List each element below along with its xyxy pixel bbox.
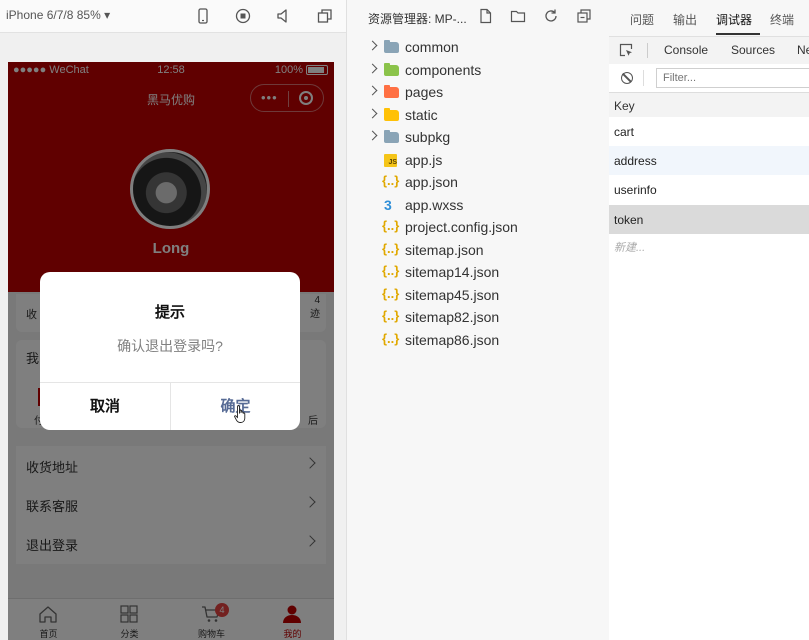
confirm-dialog: 提示 确认退出登录吗? 取消 确定 bbox=[40, 272, 300, 430]
json-file-icon: {..} bbox=[382, 308, 400, 323]
devtools-tabs: Console Sources Ne bbox=[609, 37, 809, 65]
clear-icon[interactable] bbox=[621, 72, 633, 84]
json-file-icon: {..} bbox=[382, 218, 400, 233]
folder-icon bbox=[384, 108, 399, 121]
storage-key: cart bbox=[614, 125, 635, 139]
json-file-icon: {..} bbox=[382, 331, 400, 346]
storage-key: userinfo bbox=[614, 183, 657, 197]
chevron-right-icon bbox=[367, 40, 378, 51]
chevron-right-icon bbox=[367, 130, 378, 141]
tree-item-label: pages bbox=[405, 84, 444, 100]
dialog-message: 确认退出登录吗? bbox=[117, 338, 223, 354]
css-file-icon: 3 bbox=[384, 197, 392, 213]
tree-item-label: sitemap.json bbox=[405, 242, 484, 258]
filter-input[interactable] bbox=[656, 68, 809, 88]
chevron-right-icon bbox=[367, 108, 378, 119]
toolbar-divider bbox=[643, 70, 644, 86]
tree-item-components[interactable]: components bbox=[347, 60, 609, 82]
json-file-icon: {..} bbox=[382, 263, 400, 278]
record-icon[interactable] bbox=[234, 7, 252, 25]
tree-item-label: app.js bbox=[405, 152, 443, 168]
volume-icon[interactable] bbox=[274, 7, 292, 25]
tree-item-app-js[interactable]: JS app.js bbox=[347, 150, 609, 172]
json-file-icon: {..} bbox=[382, 241, 400, 256]
collapse-all-icon[interactable] bbox=[576, 8, 592, 24]
tree-item-label: subpkg bbox=[405, 129, 451, 145]
device-select[interactable]: iPhone 6/7/8 85% ▾ bbox=[6, 8, 110, 22]
active-tab-indicator bbox=[716, 33, 760, 35]
tree-item-sitemap14[interactable]: {..} sitemap14.json bbox=[347, 262, 609, 284]
tab-debugger[interactable]: 调试器 bbox=[716, 11, 752, 28]
tree-item-label: project.config.json bbox=[405, 219, 518, 235]
phone-icon[interactable] bbox=[194, 7, 212, 25]
tree-item-label: common bbox=[405, 39, 459, 55]
refresh-icon[interactable] bbox=[543, 8, 559, 24]
js-file-icon: JS bbox=[384, 154, 397, 167]
debugger-pane: 问题 输出 调试器 终端 Console Sources Ne Key cart… bbox=[609, 0, 809, 640]
hand-cursor-icon bbox=[234, 405, 246, 423]
tree-item-app-wxss[interactable]: 3 app.wxss bbox=[347, 195, 609, 217]
tree-item-sitemap82[interactable]: {..} sitemap82.json bbox=[347, 307, 609, 329]
tree-item-label: sitemap45.json bbox=[405, 287, 500, 303]
json-file-icon: {..} bbox=[382, 286, 400, 301]
folder-icon bbox=[384, 40, 399, 53]
detach-window-icon[interactable] bbox=[316, 7, 334, 25]
tree-item-sitemap45[interactable]: {..} sitemap45.json bbox=[347, 285, 609, 307]
tree-item-label: sitemap86.json bbox=[405, 332, 500, 348]
tree-item-label: components bbox=[405, 62, 482, 78]
key-header-label: Key bbox=[614, 99, 635, 113]
tree-item-app-json[interactable]: {..} app.json bbox=[347, 172, 609, 194]
storage-filter-bar bbox=[609, 64, 809, 93]
tab-sources[interactable]: Sources bbox=[731, 43, 775, 57]
folder-icon bbox=[384, 130, 399, 143]
folder-icon bbox=[384, 63, 399, 76]
tab-network[interactable]: Ne bbox=[797, 43, 809, 57]
new-entry-placeholder[interactable]: 新建... bbox=[614, 239, 645, 255]
dialog-title: 提示 bbox=[154, 304, 185, 321]
folder-icon bbox=[384, 85, 399, 98]
new-folder-icon[interactable] bbox=[510, 8, 526, 24]
tree-item-label: app.wxss bbox=[405, 197, 464, 213]
explorer-title: 资源管理器: MP-... bbox=[368, 12, 467, 26]
chevron-right-icon bbox=[367, 63, 378, 74]
tree-item-subpkg[interactable]: subpkg bbox=[347, 127, 609, 149]
inspect-element-icon[interactable] bbox=[619, 43, 633, 57]
tree-item-label: static bbox=[405, 107, 438, 123]
tree-item-static[interactable]: static bbox=[347, 105, 609, 127]
simulator-pane: iPhone 6/7/8 85% ▾ ●●●●● WeChat 12:58 10… bbox=[0, 0, 346, 640]
new-file-icon[interactable] bbox=[478, 8, 494, 24]
chevron-right-icon bbox=[367, 85, 378, 96]
tree-item-common[interactable]: common bbox=[347, 37, 609, 59]
toolbar-divider bbox=[647, 43, 648, 58]
json-file-icon: {..} bbox=[382, 173, 400, 188]
storage-row-token[interactable]: token bbox=[609, 205, 809, 234]
simulator-toolbar: iPhone 6/7/8 85% ▾ bbox=[0, 0, 346, 33]
storage-row-address[interactable]: address bbox=[609, 146, 809, 175]
panel-tabs: 问题 输出 调试器 终端 bbox=[609, 0, 809, 37]
tree-item-project-config[interactable]: {..} project.config.json bbox=[347, 217, 609, 239]
cancel-button[interactable]: 取消 bbox=[40, 383, 170, 430]
storage-row-userinfo[interactable]: userinfo bbox=[609, 175, 809, 204]
storage-key: token bbox=[614, 213, 644, 227]
key-column-header: Key bbox=[609, 93, 809, 118]
tree-item-label: sitemap82.json bbox=[405, 309, 500, 325]
tree-item-label: sitemap14.json bbox=[405, 264, 500, 280]
explorer-pane: 资源管理器: MP-... common components pages st… bbox=[346, 0, 610, 640]
tree-item-label: app.json bbox=[405, 174, 458, 190]
tree-item-sitemap[interactable]: {..} sitemap.json bbox=[347, 240, 609, 262]
tab-terminal[interactable]: 终端 bbox=[770, 11, 794, 28]
tab-console[interactable]: Console bbox=[664, 43, 708, 57]
tab-output[interactable]: 输出 bbox=[673, 11, 697, 28]
tree-item-sitemap86[interactable]: {..} sitemap86.json bbox=[347, 330, 609, 352]
tab-problems[interactable]: 问题 bbox=[630, 11, 654, 28]
storage-row-cart[interactable]: cart bbox=[609, 117, 809, 146]
storage-key: address bbox=[614, 154, 657, 168]
tree-item-pages[interactable]: pages bbox=[347, 82, 609, 104]
